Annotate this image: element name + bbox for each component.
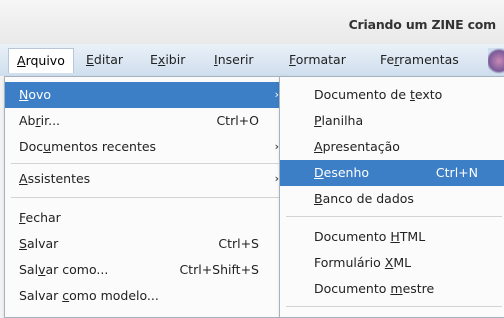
- submenu-item-planilha-text-b: lanilha: [321, 113, 364, 128]
- menu-separator: [11, 197, 281, 198]
- submenu-item-documento-de-texto[interactable]: Documento de texto: [280, 82, 504, 108]
- menu-item-fechar-text-b: echar: [25, 210, 61, 225]
- menu-inserir[interactable]: Inserir: [214, 52, 254, 67]
- submenu-item-documento-html[interactable]: Documento HTML: [280, 224, 504, 250]
- submenu-item-banco-label: Banco de dados: [314, 186, 414, 212]
- menu-item-fechar-label: Fechar: [19, 205, 61, 231]
- submenu-item-apresentacao[interactable]: Apresentação: [280, 134, 504, 160]
- menu-item-documentos-recentes[interactable]: Documentos recentes ›: [5, 134, 287, 160]
- menu-item-abrir[interactable]: Abrir... Ctrl+O: [5, 108, 287, 134]
- submenu-item-texto-label: Documento de texto: [314, 82, 442, 108]
- title-bar: Criando um ZINE com: [0, 0, 504, 44]
- menu-arquivo-mnemonic: A: [17, 53, 26, 68]
- menu-item-novo-text-b: ovo: [28, 87, 52, 102]
- menu-item-recentes-text-a: Doc: [19, 139, 44, 154]
- menu-inserir-text-b: nserir: [217, 52, 254, 67]
- menu-item-abrir-text-b: ir...: [40, 113, 61, 128]
- submenu-item-mestre-text-a: Documento: [314, 281, 391, 296]
- menu-item-salvar-label: Salvar: [19, 231, 58, 257]
- submenu-item-mestre-label: Documento mestre: [314, 276, 434, 302]
- menu-item-salvar-como-modelo[interactable]: Salvar como modelo...: [5, 283, 287, 309]
- submenu-item-desenho-shortcut: Ctrl+N: [435, 165, 478, 180]
- submenu-item-apresentacao-text-b: presentação: [322, 139, 400, 154]
- submenu-item-banco-de-dados[interactable]: Banco de dados: [280, 186, 504, 212]
- menu-item-assistentes-text-b: ssistentes: [27, 171, 91, 186]
- menu-item-assistentes-mnemonic: A: [19, 171, 28, 186]
- submenu-item-planilha-label: Planilha: [314, 108, 363, 134]
- submenu-item-banco-mnemonic: B: [314, 191, 323, 206]
- submenu-item-planilha-mnemonic: P: [314, 113, 322, 128]
- submenu-item-apresentacao-label: Apresentação: [314, 134, 400, 160]
- submenu-item-planilha[interactable]: Planilha: [280, 108, 504, 134]
- submenu-item-documento-mestre[interactable]: Documento mestre: [280, 276, 504, 302]
- decorative-image-fragment: [488, 48, 504, 74]
- menu-item-abrir-text-a: Ab: [19, 113, 36, 128]
- menu-item-novo[interactable]: Novo ›: [5, 82, 287, 108]
- menu-ferramentas[interactable]: Ferramentas: [380, 52, 459, 67]
- submenu-item-xml-label: Formulário XML: [314, 250, 411, 276]
- menu-item-salvar-como[interactable]: Salvar como... Ctrl+Shift+S: [5, 257, 287, 283]
- submenu-item-html-text-b: TML: [399, 229, 426, 244]
- submenu-item-texto-text-b: exto: [414, 87, 443, 102]
- menu-formatar[interactable]: Formatar: [289, 52, 346, 67]
- menu-item-recentes-mnemonic: u: [43, 139, 52, 154]
- menu-exibir[interactable]: Exibir: [150, 52, 185, 67]
- menu-editar[interactable]: Editar: [86, 52, 123, 67]
- menu-arquivo-text-b: rquivo: [25, 53, 65, 68]
- menu-item-salvar-como-shortcut: Ctrl+Shift+S: [179, 262, 259, 277]
- menu-item-salvar-como-text-b: ar como...: [45, 262, 109, 277]
- menu-item-assistentes[interactable]: Assistentes ›: [5, 166, 287, 192]
- submenu-item-html-mnemonic: H: [390, 229, 400, 244]
- menu-item-abrir-label: Abrir...: [19, 108, 60, 134]
- file-menu: Novo › Abrir... Ctrl+O Documentos recent…: [4, 76, 288, 318]
- menu-item-fechar[interactable]: Fechar: [5, 205, 287, 231]
- menu-item-assistentes-label: Assistentes: [19, 166, 90, 192]
- submenu-item-desenho-text-b: esenho: [323, 165, 370, 180]
- menu-bar: Arquivo Editar Exibir Inserir Formatar F…: [0, 44, 504, 76]
- menu-exibir-text-a: E: [150, 52, 158, 67]
- menu-item-novo-label: Novo: [19, 82, 51, 108]
- menu-item-salvar-como-label: Salvar como...: [19, 257, 108, 283]
- menu-editar-mnemonic: E: [86, 52, 94, 67]
- submenu-item-mestre-text-b: estre: [402, 281, 435, 296]
- submenu-item-formulario-xml[interactable]: Formulário XML: [280, 250, 504, 276]
- submenu-item-apresentacao-mnemonic: A: [314, 139, 323, 154]
- submenu-item-html-label: Documento HTML: [314, 224, 425, 250]
- menu-item-abrir-shortcut: Ctrl+O: [216, 113, 259, 128]
- menu-item-recentes-label: Documentos recentes: [19, 134, 156, 160]
- menu-item-salvar-modelo-text-b: omo modelo...: [69, 288, 159, 303]
- menu-item-salvar-como-text-a: Sal: [19, 262, 39, 277]
- new-submenu: Documento de texto Planilha Apresentação…: [279, 76, 504, 318]
- menu-ferramentas-text-b: ramentas: [399, 52, 459, 67]
- menu-separator: [286, 216, 502, 217]
- menu-item-salvar-text-b: alvar: [26, 236, 59, 251]
- submenu-item-xml-text-b: ML: [393, 255, 412, 270]
- submenu-item-xml-text-a: Formulário: [314, 255, 385, 270]
- menu-item-salvar-shortcut: Ctrl+S: [218, 236, 259, 251]
- menu-item-salvar-modelo-label: Salvar como modelo...: [19, 283, 159, 309]
- menu-separator: [11, 163, 281, 164]
- menu-item-novo-mnemonic: N: [19, 87, 29, 102]
- submenu-item-desenho-label: Desenho: [314, 160, 369, 186]
- menu-item-salvar-mnemonic: S: [19, 236, 27, 251]
- submenu-item-texto-text-a: Documento de: [314, 87, 410, 102]
- submenu-item-mestre-mnemonic: m: [390, 281, 403, 296]
- menu-item-recentes-text-b: mentos recentes: [51, 139, 157, 154]
- menu-formatar-text-b: ormatar: [295, 52, 346, 67]
- menu-separator: [286, 306, 502, 307]
- menu-ferramentas-text-a: Fe: [380, 52, 395, 67]
- menu-formatar-mnemonic: F: [289, 52, 296, 67]
- menu-editar-text-b: ditar: [93, 52, 124, 67]
- menu-arquivo[interactable]: Arquivo: [8, 48, 74, 73]
- menu-exibir-text-b: ibir: [165, 52, 186, 67]
- submenu-item-banco-text-b: anco de dados: [322, 191, 414, 206]
- window-title: Criando um ZINE com: [348, 17, 497, 32]
- submenu-item-desenho-mnemonic: D: [314, 165, 324, 180]
- menu-item-salvar[interactable]: Salvar Ctrl+S: [5, 231, 287, 257]
- submenu-item-desenho[interactable]: Desenho Ctrl+N: [280, 160, 504, 186]
- menu-item-salvar-modelo-text-a: Salvar: [19, 288, 63, 303]
- submenu-item-html-text-a: Documento: [314, 229, 391, 244]
